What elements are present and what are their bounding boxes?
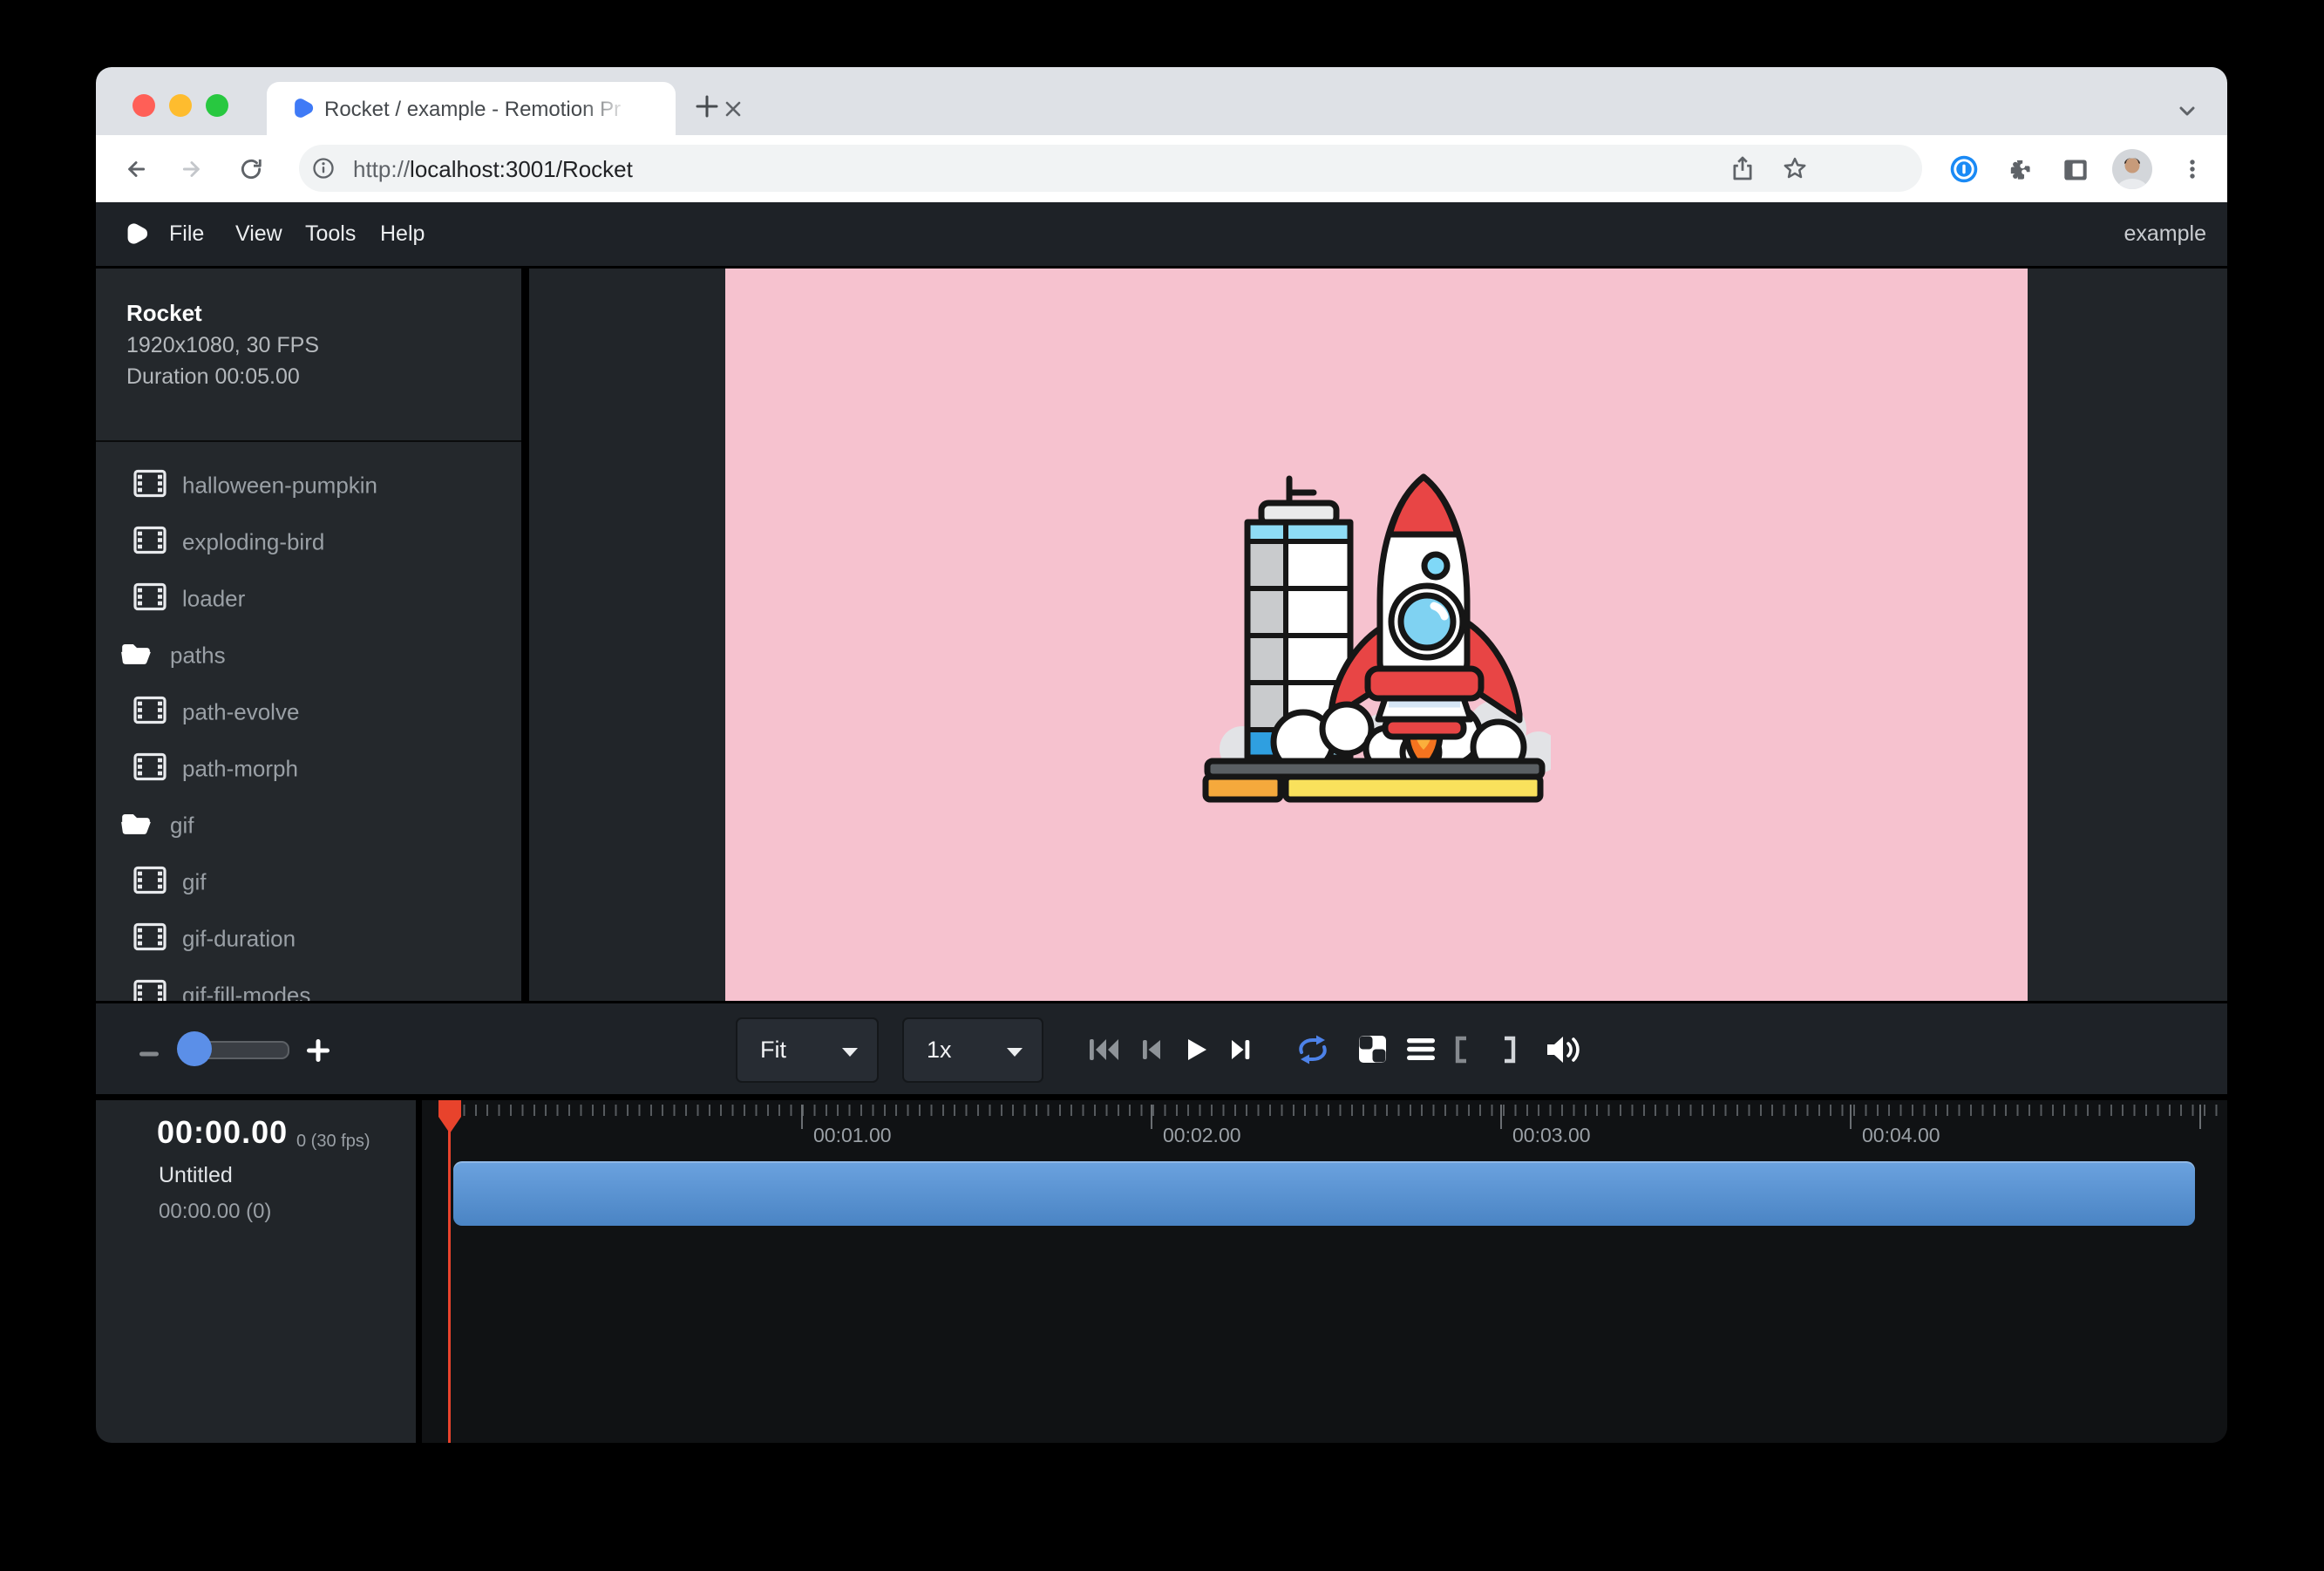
current-frame-label: 0 (30 fps) bbox=[296, 1132, 370, 1152]
tab-strip: Rocket / example - Remotion Pr bbox=[96, 67, 2227, 135]
address-bar[interactable]: http://localhost:3001/Rocket bbox=[299, 145, 1922, 192]
film-icon bbox=[133, 866, 166, 898]
current-timecode: 00:00.00 bbox=[157, 1114, 288, 1151]
out-point-bracket-icon[interactable] bbox=[1501, 1036, 1519, 1068]
previous-frame-icon[interactable] bbox=[1137, 1037, 1165, 1067]
browser-toolbar: http://localhost:3001/Rocket bbox=[96, 135, 2227, 202]
sidebar-item-path-morph[interactable]: path-morph bbox=[96, 740, 521, 797]
chevron-down-icon bbox=[842, 1046, 858, 1062]
film-icon bbox=[133, 526, 166, 558]
zoom-out-icon[interactable] bbox=[134, 1047, 164, 1063]
film-icon bbox=[133, 696, 166, 728]
video-canvas bbox=[725, 269, 2028, 1001]
timeline-track-area[interactable]: 00:01.00 00:02.00 00:03.00 00:04.00 bbox=[422, 1100, 2227, 1443]
fullscreen-window-button[interactable] bbox=[206, 94, 228, 117]
minimize-window-button[interactable] bbox=[169, 94, 192, 117]
track-name: Untitled bbox=[159, 1163, 233, 1188]
open-folder-icon bbox=[119, 639, 153, 671]
composition-specs: 1920x1080, 30 FPS bbox=[126, 333, 319, 358]
menu-help[interactable]: Help bbox=[380, 202, 425, 266]
film-icon bbox=[133, 469, 166, 501]
bookmark-star-icon[interactable] bbox=[1781, 155, 1809, 187]
browser-window: Rocket / example - Remotion Pr http://lo… bbox=[96, 67, 2227, 1443]
next-frame-icon[interactable] bbox=[1227, 1037, 1255, 1067]
chevron-down-icon bbox=[1007, 1046, 1023, 1062]
timeline-panel: 00:00.00 0 (30 fps) Untitled 00:00.00 (0… bbox=[96, 1100, 2227, 1443]
browser-tab[interactable]: Rocket / example - Remotion Pr bbox=[267, 82, 676, 135]
sidebar-item-halloween-pumpkin[interactable]: halloween-pumpkin bbox=[96, 457, 521, 513]
play-icon[interactable] bbox=[1181, 1037, 1209, 1067]
canvas-size-select[interactable]: Fit bbox=[736, 1017, 879, 1083]
playhead-line[interactable] bbox=[448, 1100, 451, 1443]
forward-icon[interactable] bbox=[180, 156, 206, 187]
sidebar-item-gif-fill-modes[interactable]: gif-fill-modes bbox=[96, 967, 521, 1001]
sidebar-item-path-evolve[interactable]: path-evolve bbox=[96, 683, 521, 740]
onepassword-extension-icon[interactable] bbox=[1949, 154, 1979, 188]
sequence-track-bar[interactable] bbox=[453, 1161, 2195, 1226]
sidebar-item-loader[interactable]: loader bbox=[96, 570, 521, 627]
zoom-in-icon[interactable] bbox=[303, 1036, 333, 1070]
film-icon bbox=[133, 752, 166, 785]
loop-toggle-icon[interactable] bbox=[1294, 1034, 1332, 1070]
in-point-bracket-icon[interactable] bbox=[1452, 1036, 1470, 1068]
playback-speed-select[interactable]: 1x bbox=[902, 1017, 1043, 1083]
timeline-zoom-slider-thumb[interactable] bbox=[177, 1031, 212, 1066]
extensions-puzzle-icon[interactable] bbox=[2007, 156, 2033, 187]
tab-close-icon[interactable] bbox=[722, 98, 744, 120]
sidebar-item-exploding-bird[interactable]: exploding-bird bbox=[96, 513, 521, 570]
tab-title: Rocket / example - Remotion Pr bbox=[324, 98, 629, 122]
screen: Rocket / example - Remotion Pr http://lo… bbox=[0, 0, 2324, 1571]
remotion-logo-icon[interactable] bbox=[122, 221, 148, 251]
ruler-label-2s: 00:02.00 bbox=[1163, 1124, 1241, 1147]
open-folder-icon bbox=[119, 809, 153, 841]
side-panel-icon[interactable] bbox=[2062, 157, 2089, 187]
url-text: http://localhost:3001/Rocket bbox=[353, 156, 633, 183]
content-area: Rocket 1920x1080, 30 FPS Duration 00:05.… bbox=[96, 269, 2227, 1001]
browser-menu-dots-icon[interactable] bbox=[2179, 156, 2205, 187]
ruler-label-4s: 00:04.00 bbox=[1862, 1124, 1940, 1147]
tab-search-chevron-icon[interactable] bbox=[2174, 99, 2200, 129]
ruler-label-3s: 00:03.00 bbox=[1512, 1124, 1591, 1147]
skip-to-start-icon[interactable] bbox=[1087, 1037, 1122, 1067]
preview-area bbox=[529, 269, 2227, 1001]
share-icon[interactable] bbox=[1729, 154, 1757, 187]
menu-view[interactable]: View bbox=[235, 202, 282, 266]
sidebar-resize-handle[interactable] bbox=[521, 269, 529, 1001]
sidebar-folder-gif[interactable]: gif bbox=[96, 797, 521, 854]
sidebar-item-gif[interactable]: gif bbox=[96, 854, 521, 910]
page-info-icon[interactable] bbox=[311, 156, 336, 185]
transparency-checkerboard-icon[interactable] bbox=[1358, 1035, 1387, 1068]
volume-icon[interactable] bbox=[1545, 1034, 1587, 1070]
track-start-label: 00:00.00 (0) bbox=[159, 1200, 271, 1224]
back-icon[interactable] bbox=[122, 156, 148, 187]
timeline-ruler-ticks bbox=[452, 1105, 2227, 1116]
timeline-header: 00:00.00 0 (30 fps) Untitled 00:00.00 (0… bbox=[96, 1100, 416, 1443]
new-tab-button[interactable] bbox=[694, 93, 720, 119]
compositions-sidebar: Rocket 1920x1080, 30 FPS Duration 00:05.… bbox=[96, 269, 521, 1001]
app-menu-bar: File View Tools Help example bbox=[96, 202, 2227, 266]
url-host-path: localhost:3001/Rocket bbox=[410, 156, 633, 182]
menu-tools[interactable]: Tools bbox=[305, 202, 356, 266]
menu-file[interactable]: File bbox=[169, 202, 204, 266]
project-name-label: example bbox=[2124, 202, 2207, 266]
timeline-rows-icon[interactable] bbox=[1407, 1038, 1435, 1064]
timeline-resize-handle[interactable] bbox=[416, 1100, 422, 1443]
profile-avatar[interactable] bbox=[2111, 148, 2153, 194]
reload-icon[interactable] bbox=[238, 156, 264, 187]
rocket-illustration bbox=[1202, 454, 1551, 815]
playhead-marker[interactable] bbox=[436, 1100, 464, 1139]
film-icon bbox=[133, 922, 166, 955]
composition-name: Rocket bbox=[126, 300, 202, 327]
player-toolbar: Fit 1x bbox=[96, 1003, 2227, 1094]
film-icon bbox=[133, 582, 166, 615]
url-scheme: http:// bbox=[353, 156, 410, 182]
sidebar-item-gif-duration[interactable]: gif-duration bbox=[96, 910, 521, 967]
composition-list: halloween-pumpkin exploding-bird loader … bbox=[96, 442, 521, 1001]
film-icon bbox=[133, 979, 166, 1001]
close-window-button[interactable] bbox=[133, 94, 155, 117]
sidebar-folder-paths[interactable]: paths bbox=[96, 627, 521, 683]
remotion-favicon-icon bbox=[289, 96, 314, 125]
composition-duration: Duration 00:05.00 bbox=[126, 364, 300, 390]
ruler-label-1s: 00:01.00 bbox=[813, 1124, 892, 1147]
